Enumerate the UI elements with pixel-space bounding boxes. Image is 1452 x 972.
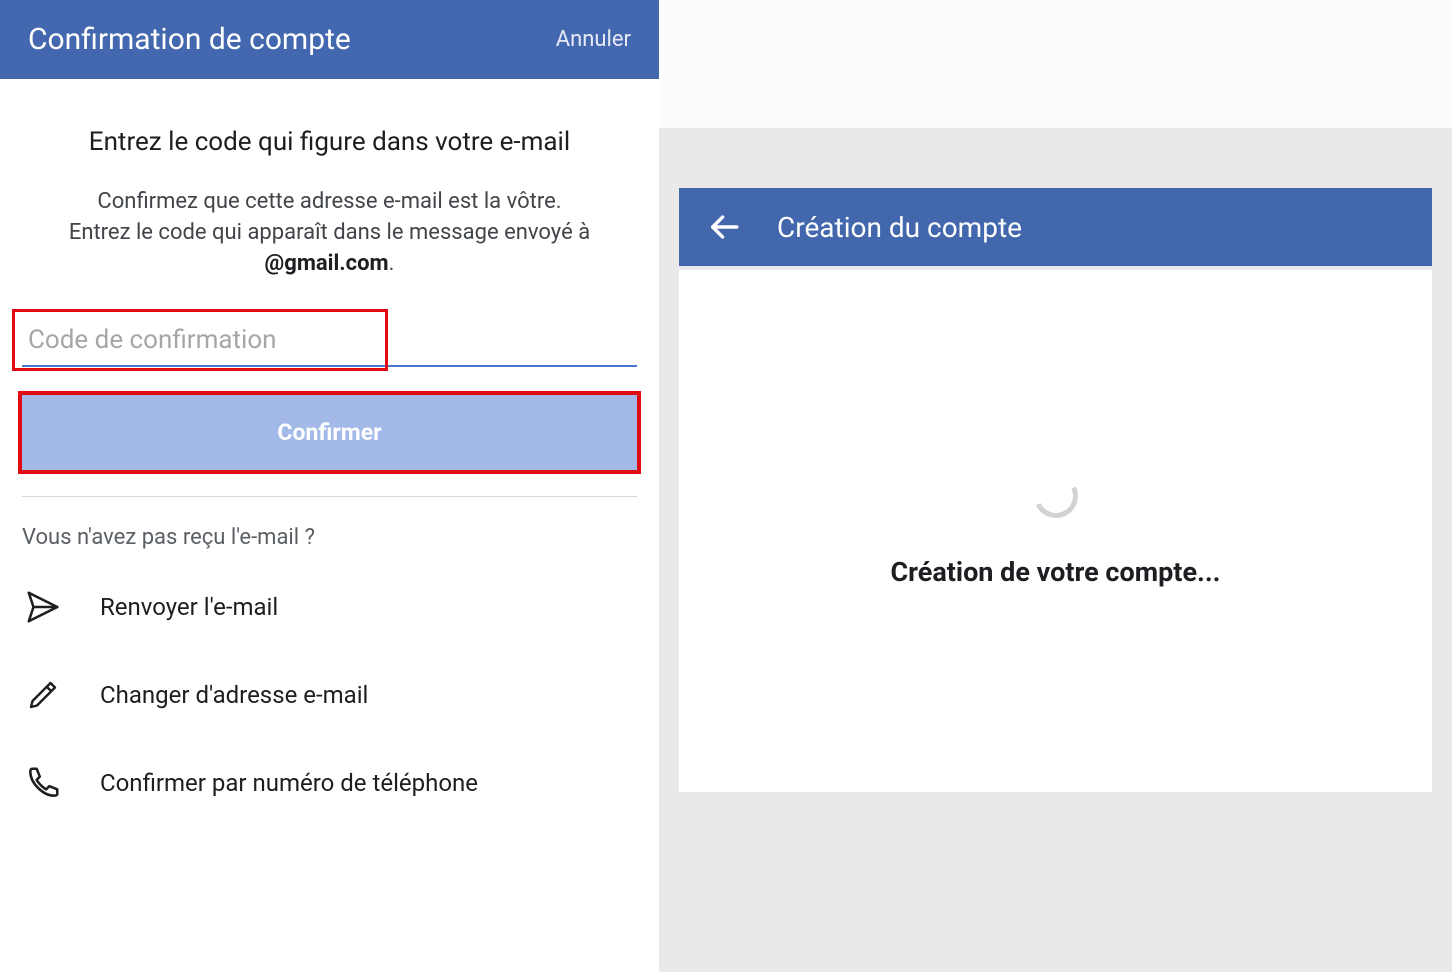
main-heading: Entrez le code qui figure dans votre e-m…	[89, 127, 570, 157]
subtext-line2: Entrez le code qui apparaît dans le mess…	[69, 220, 590, 245]
send-icon	[22, 586, 64, 628]
header-bar: Confirmation de compte Annuler	[0, 0, 659, 79]
option-label: Renvoyer l'e-mail	[100, 593, 278, 621]
right-header-title: Création du compte	[777, 211, 1022, 244]
code-input-wrapper	[22, 315, 637, 367]
top-blank-bar	[659, 0, 1452, 128]
loading-text: Création de votre compte...	[890, 556, 1220, 588]
confirmation-code-input[interactable]	[22, 315, 637, 367]
email-display: @gmail.com	[265, 251, 389, 276]
change-email-option[interactable]: Changer d'adresse e-mail	[22, 674, 637, 716]
content-area: Entrez le code qui figure dans votre e-m…	[0, 79, 659, 850]
confirm-button[interactable]: Confirmer	[22, 395, 637, 470]
bottom-block	[749, 742, 1362, 792]
back-arrow-icon[interactable]	[707, 210, 741, 244]
loading-area: Création de votre compte...	[679, 270, 1432, 792]
subtext-line1: Confirmez que cette adresse e-mail est l…	[97, 189, 561, 214]
right-header-bar: Création du compte	[679, 188, 1432, 266]
cancel-button[interactable]: Annuler	[556, 27, 631, 52]
option-label: Changer d'adresse e-mail	[100, 681, 368, 709]
resend-email-option[interactable]: Renvoyer l'e-mail	[22, 586, 637, 628]
pencil-icon	[22, 674, 64, 716]
divider	[22, 496, 637, 497]
header-title: Confirmation de compte	[28, 22, 351, 57]
sub-text: Confirmez que cette adresse e-mail est l…	[69, 187, 590, 279]
spinner-icon	[1027, 468, 1083, 524]
creation-screen: Création du compte Création de votre com…	[659, 0, 1452, 972]
confirm-button-wrapper: Confirmer	[22, 395, 637, 470]
confirm-phone-option[interactable]: Confirmer par numéro de téléphone	[22, 762, 637, 804]
confirmation-screen: Confirmation de compte Annuler Entrez le…	[0, 0, 659, 972]
option-label: Confirmer par numéro de téléphone	[100, 769, 478, 797]
period: .	[389, 251, 395, 276]
noreceive-text: Vous n'avez pas reçu l'e-mail ?	[22, 525, 637, 550]
phone-icon	[22, 762, 64, 804]
